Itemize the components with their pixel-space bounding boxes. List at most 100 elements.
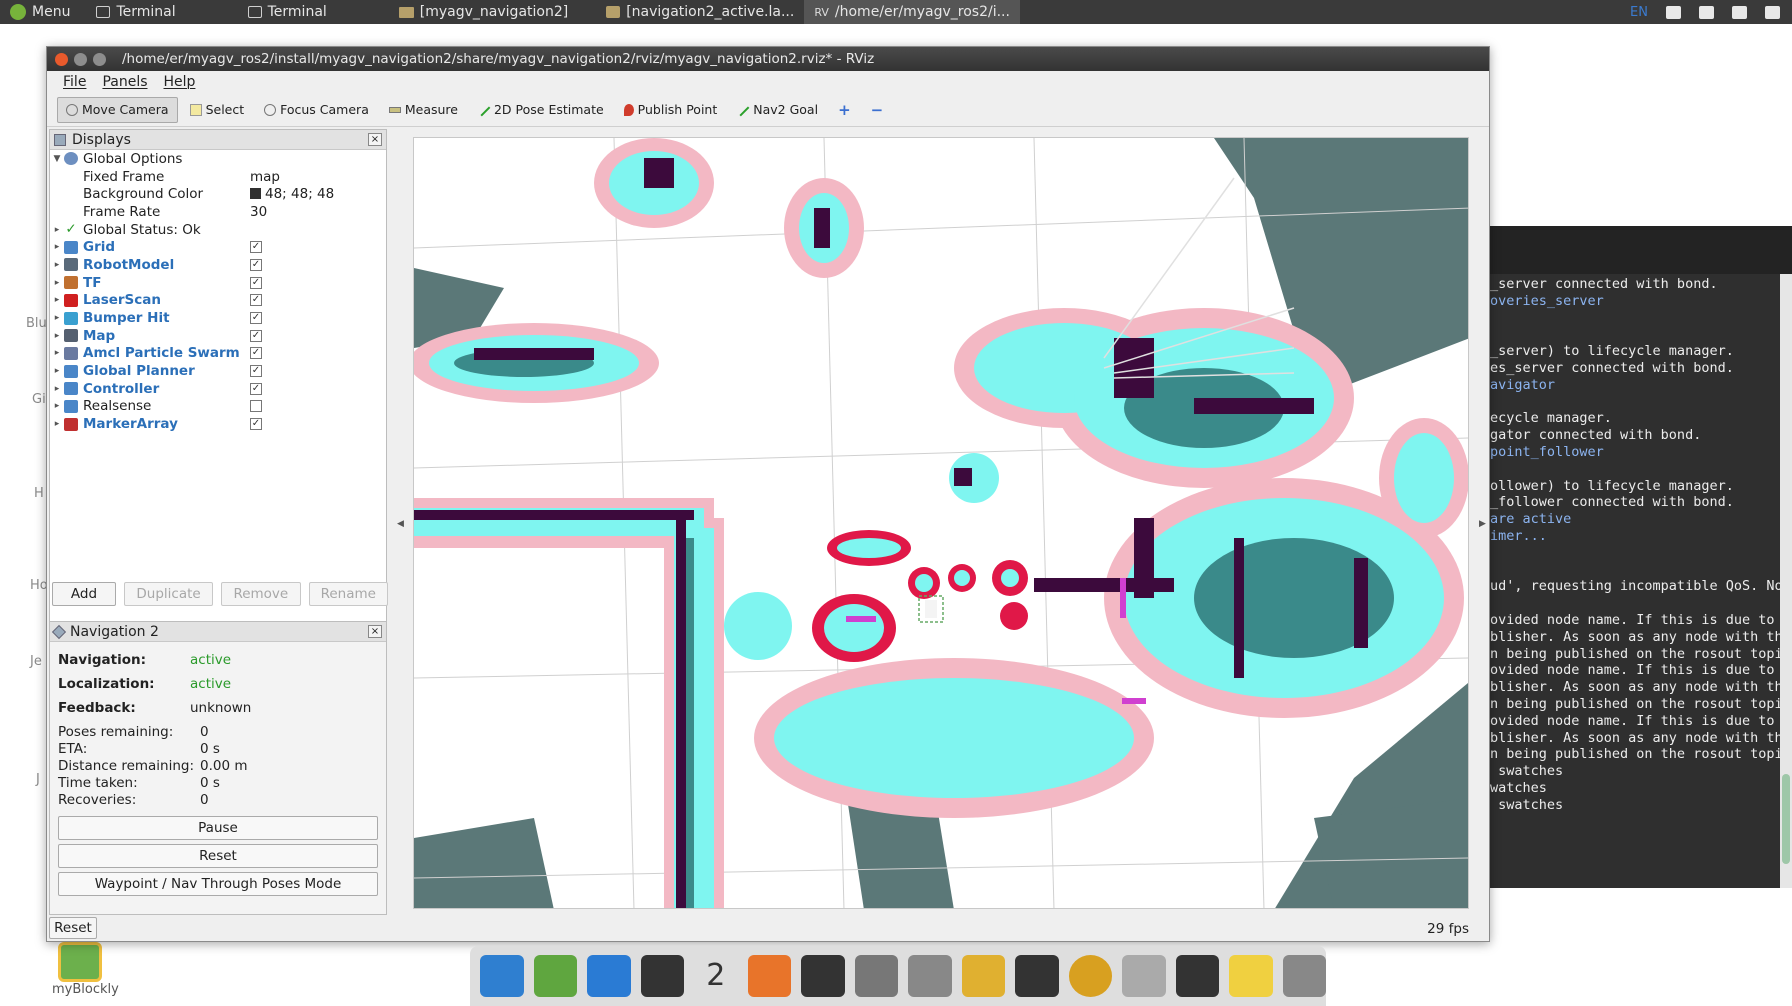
reset-button[interactable]: Reset: [49, 917, 97, 939]
title-bar[interactable]: /home/er/myagv_ros2/install/myagv_naviga…: [47, 47, 1489, 71]
apps-icon[interactable]: [1175, 955, 1219, 997]
tree-background-color[interactable]: Background Color 48; 48; 48: [50, 185, 386, 203]
enable-checkbox[interactable]: ✓: [250, 365, 262, 378]
tree-item-realsense[interactable]: ▸ Realsense: [50, 398, 386, 416]
menu-help[interactable]: Help: [156, 74, 204, 90]
nav2-goal-tool[interactable]: Nav2 Goal: [729, 97, 826, 123]
select-tool[interactable]: Select: [182, 97, 253, 123]
close-window-button[interactable]: [55, 52, 68, 66]
anchor-icon[interactable]: [480, 955, 524, 997]
enable-checkbox[interactable]: ✓: [250, 241, 262, 254]
files-icon[interactable]: [854, 955, 898, 997]
tree-global-status[interactable]: ▸ ✓ Global Status: Ok: [50, 221, 386, 239]
focus-camera-tool[interactable]: Focus Camera: [256, 97, 377, 123]
remove-display-button[interactable]: Remove: [221, 582, 301, 606]
publish-point-tool[interactable]: Publish Point: [616, 97, 726, 123]
close-panel-button[interactable]: ×: [368, 133, 382, 146]
disc-icon[interactable]: [1068, 955, 1112, 997]
render-view[interactable]: [413, 137, 1469, 909]
close-panel-button[interactable]: ×: [368, 625, 382, 638]
enable-checkbox[interactable]: ✓: [250, 258, 262, 271]
remove-tool-button[interactable]: −: [863, 97, 892, 123]
tree-item-controller[interactable]: ▸ Controller ✓: [50, 380, 386, 398]
tree-item-laserscan[interactable]: ▸ LaserScan ✓: [50, 292, 386, 310]
enable-checkbox[interactable]: ✓: [250, 276, 262, 289]
add-display-button[interactable]: Add: [52, 582, 116, 606]
expand-icon[interactable]: ▸: [50, 242, 64, 252]
sticky-notes-icon[interactable]: [533, 955, 577, 997]
notification-icon[interactable]: [1666, 5, 1681, 19]
enable-checkbox[interactable]: ✓: [250, 294, 262, 307]
expand-icon[interactable]: ▸: [50, 348, 64, 358]
pose-estimate-tool[interactable]: 2D Pose Estimate: [470, 97, 612, 123]
tree-item-amcl-particle-swarm[interactable]: ▸ Amcl Particle Swarm ✓: [50, 345, 386, 363]
tree-item-tf[interactable]: ▸ TF ✓: [50, 274, 386, 292]
tree-global-options[interactable]: ▼ Global Options: [50, 150, 386, 168]
enable-checkbox[interactable]: ✓: [250, 312, 262, 325]
fixed-frame-value[interactable]: map: [250, 169, 280, 185]
text-editor-icon[interactable]: [908, 955, 952, 997]
taskbar-launch-file[interactable]: [navigation2_active.la...: [596, 0, 804, 24]
expand-icon[interactable]: ▸: [50, 366, 64, 376]
pause-button[interactable]: Pause: [58, 816, 378, 840]
expand-icon[interactable]: ▸: [50, 401, 64, 411]
boards-icon[interactable]: [961, 955, 1005, 997]
measure-tool[interactable]: Measure: [381, 97, 466, 123]
waypoint-mode-button[interactable]: Waypoint / Nav Through Poses Mode: [58, 872, 378, 896]
tree-item-bumper-hit[interactable]: ▸ Bumper Hit ✓: [50, 309, 386, 327]
expand-icon[interactable]: ▸: [50, 313, 64, 323]
background-color-value[interactable]: 48; 48; 48: [250, 186, 334, 202]
collapse-right-arrow-icon[interactable]: ▶: [1479, 519, 1486, 529]
firefox-icon[interactable]: [747, 955, 791, 997]
rename-display-button[interactable]: Rename: [308, 582, 389, 606]
tree-item-markerarray[interactable]: ▸ MarkerArray ✓: [50, 415, 386, 433]
apps-grid-icon[interactable]: [640, 955, 684, 997]
expand-icon[interactable]: ▸: [50, 419, 64, 429]
menu-panels[interactable]: Panels: [94, 74, 155, 90]
maximize-window-button[interactable]: [93, 52, 106, 66]
move-camera-tool[interactable]: Move Camera: [57, 96, 178, 123]
enable-checkbox[interactable]: ✓: [250, 329, 262, 342]
enable-checkbox[interactable]: ✓: [250, 418, 262, 431]
trash-icon[interactable]: [1122, 955, 1166, 997]
terminal-icon[interactable]: [801, 955, 845, 997]
tree-item-global-planner[interactable]: ▸ Global Planner ✓: [50, 362, 386, 380]
keyboard-layout[interactable]: EN: [1630, 5, 1648, 20]
expand-icon[interactable]: ▸: [50, 278, 64, 288]
expand-icon[interactable]: ▸: [50, 295, 64, 305]
tree-item-robotmodel[interactable]: ▸ RobotModel ✓: [50, 256, 386, 274]
add-tool-button[interactable]: +: [830, 97, 859, 123]
collapse-icon[interactable]: ▼: [50, 154, 64, 164]
tree-frame-rate[interactable]: Frame Rate 30: [50, 203, 386, 221]
background-terminal[interactable]: _server connected with bond. overies_serv…: [1484, 226, 1792, 888]
expand-icon[interactable]: ▸: [50, 384, 64, 394]
costmap-canvas[interactable]: [414, 138, 1469, 909]
vscode-icon[interactable]: [587, 955, 631, 997]
rviz-icon[interactable]: [1282, 955, 1326, 997]
expand-icon[interactable]: ▸: [50, 225, 64, 235]
duplicate-display-button[interactable]: Duplicate: [123, 582, 214, 606]
expand-icon[interactable]: ▸: [50, 260, 64, 270]
enable-checkbox[interactable]: ✓: [250, 347, 262, 360]
menu-button[interactable]: Menu: [0, 0, 80, 24]
tree-item-map[interactable]: ▸ Map ✓: [50, 327, 386, 345]
terminal-scrollbar[interactable]: [1780, 274, 1792, 888]
workspaces-icon[interactable]: 2: [694, 955, 738, 997]
taskbar-folder[interactable]: [myagv_navigation2]: [389, 0, 578, 24]
monitor-icon[interactable]: [1015, 955, 1059, 997]
reset-navigation-button[interactable]: Reset: [58, 844, 378, 868]
tree-fixed-frame[interactable]: Fixed Frame map: [50, 168, 386, 186]
wifi-icon[interactable]: [1699, 5, 1714, 19]
settings-icon[interactable]: [1765, 5, 1780, 19]
taskbar-terminal-1[interactable]: Terminal: [86, 0, 185, 24]
mail-icon[interactable]: [1732, 5, 1747, 19]
enable-checkbox[interactable]: ✓: [250, 382, 262, 395]
frame-rate-value[interactable]: 30: [250, 204, 267, 220]
notepad-icon[interactable]: [1229, 955, 1273, 997]
myblockly-icon[interactable]: [58, 942, 102, 982]
expand-icon[interactable]: ▸: [50, 331, 64, 341]
taskbar-rviz[interactable]: RV /home/er/myagv_ros2/i...: [804, 0, 1020, 24]
taskbar-terminal-2[interactable]: Terminal: [238, 0, 337, 24]
minimize-window-button[interactable]: [74, 52, 87, 66]
tree-item-grid[interactable]: ▸ Grid ✓: [50, 238, 386, 256]
